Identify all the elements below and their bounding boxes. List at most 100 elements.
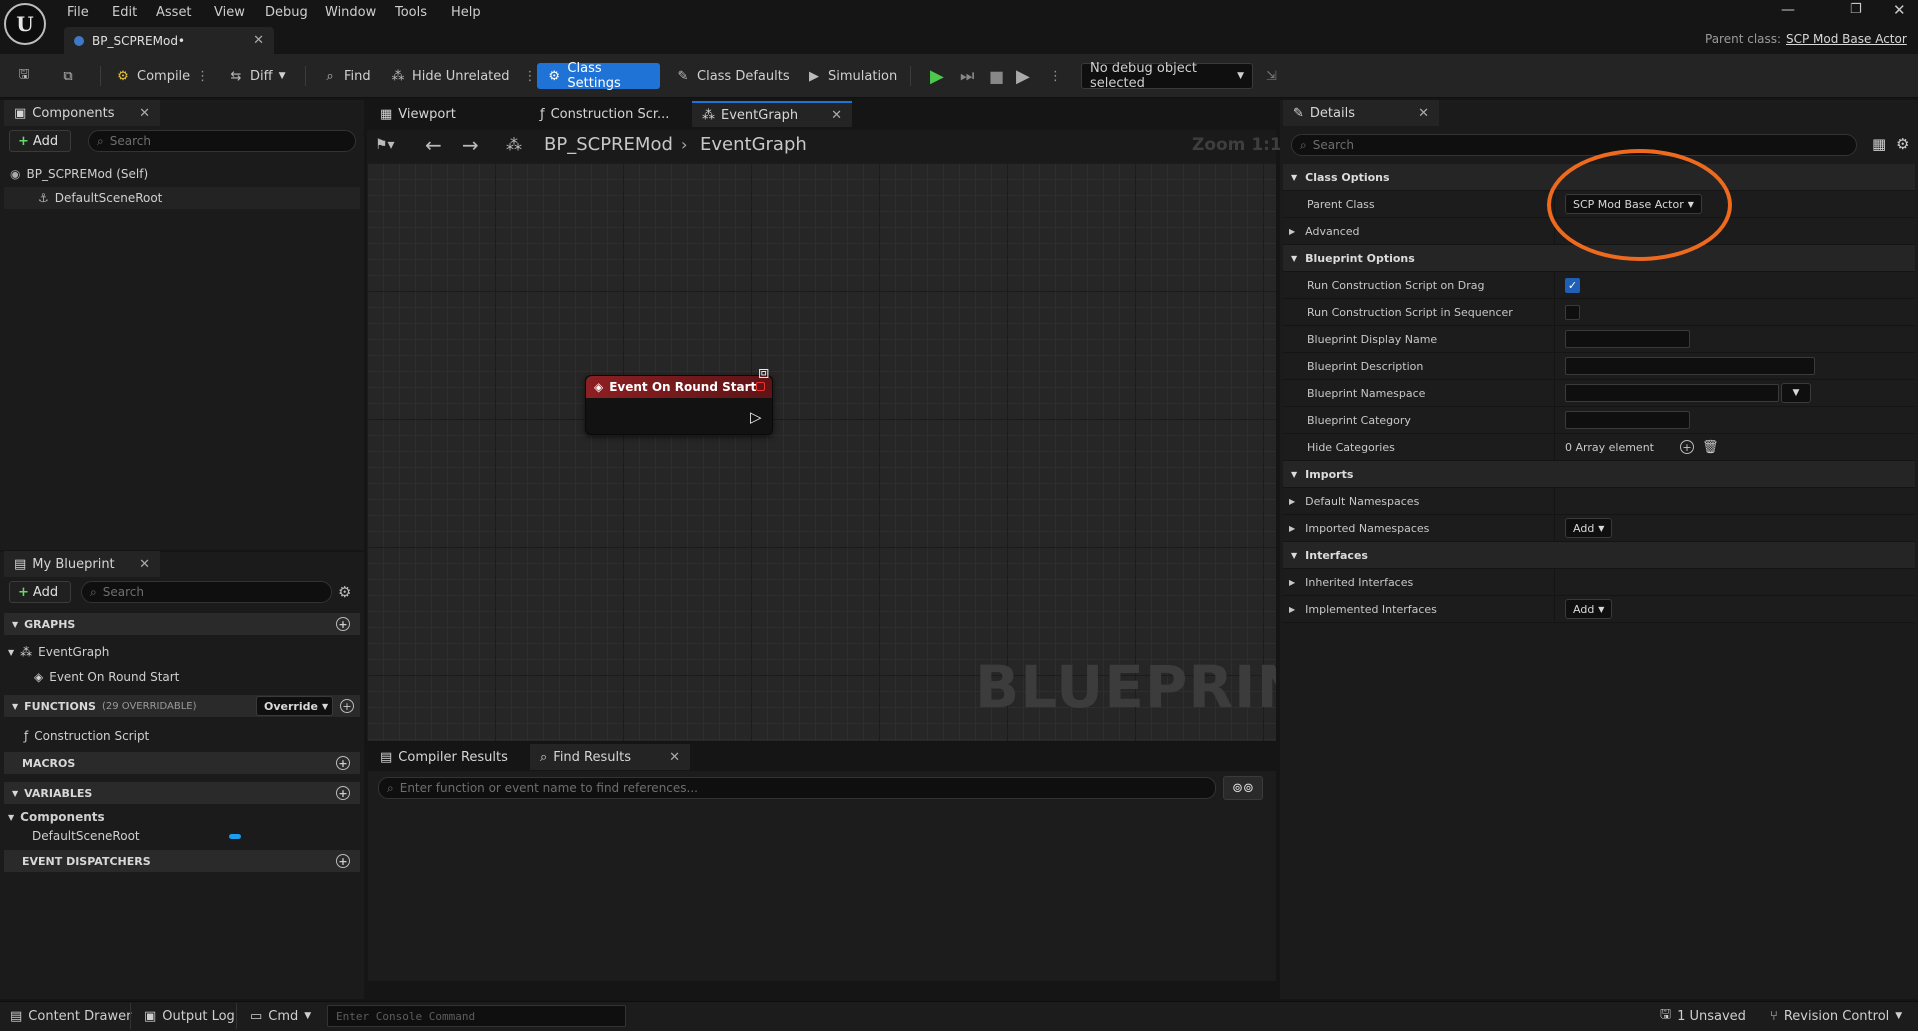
close-icon[interactable]: ✕ (669, 750, 680, 765)
hide-unrelated-button[interactable]: ⁂ Hide Unrelated ⋮ (390, 63, 537, 89)
graph-item-event-on-round-start[interactable]: ◈ Event On Round Start (34, 666, 179, 688)
event-node[interactable]: ◈ Event On Round Start ▷ (585, 375, 773, 435)
close-icon[interactable]: ✕ (139, 106, 150, 121)
step-icon[interactable]: ⏭ (960, 63, 974, 89)
console-command-input[interactable]: Enter Console Command (327, 1005, 626, 1027)
restore-icon[interactable]: ❐ (1850, 2, 1862, 17)
minimize-icon[interactable]: — (1781, 2, 1795, 18)
row-implemented-interfaces[interactable]: ▶ Implemented Interfaces Add ▼ (1283, 596, 1915, 623)
close-icon[interactable]: ✕ (831, 108, 842, 123)
parent-class-link[interactable]: SCP Mod Base Actor (1786, 32, 1907, 46)
row-default-namespaces[interactable]: ▶ Default Namespaces (1283, 488, 1915, 515)
find-button[interactable]: ⌕ Find (322, 63, 370, 89)
add-macro-icon[interactable]: + (336, 756, 350, 770)
settings-gear-icon[interactable]: ⚙ (1896, 135, 1909, 153)
settings-gear-icon[interactable]: ⚙ (338, 583, 351, 601)
revision-control-button[interactable]: ⑂ Revision Control ▼ (1770, 1007, 1902, 1025)
add-graph-icon[interactable]: + (336, 617, 350, 631)
menu-tools[interactable]: Tools (395, 5, 427, 20)
tab-my-blueprint[interactable]: ▤ My Blueprint ✕ (4, 551, 160, 577)
menu-debug[interactable]: Debug (265, 5, 308, 20)
namespace-dropdown[interactable]: ▼ (1781, 383, 1811, 403)
tab-compiler-results[interactable]: ▤ Compiler Results (370, 744, 520, 770)
breadcrumb-graph[interactable]: EventGraph (700, 134, 807, 155)
window-close-icon[interactable]: ✕ (1893, 1, 1906, 19)
menu-view[interactable]: View (214, 5, 245, 20)
graph-canvas[interactable]: BLUEPRINT (367, 163, 1276, 741)
tab-find-results[interactable]: ⌕ Find Results ✕ (530, 744, 690, 770)
forward-arrow-icon[interactable]: → (462, 133, 479, 157)
event-dispatchers-section[interactable]: EVENT DISPATCHERS + (4, 850, 360, 872)
menu-edit[interactable]: Edit (112, 5, 137, 20)
section-imports[interactable]: ▼ Imports (1283, 461, 1915, 488)
debug-object-select[interactable]: No debug object selected ▼ (1081, 61, 1253, 91)
document-tab[interactable]: BP_SCPREMod• ✕ (64, 27, 274, 54)
graph-item-eventgraph[interactable]: ▼ ⁂ EventGraph (8, 641, 109, 663)
content-drawer-button[interactable]: ▤ Content Drawer (10, 1007, 131, 1025)
add-interface-button[interactable]: Add ▼ (1565, 599, 1613, 619)
class-defaults-button[interactable]: ✎ Class Defaults (675, 63, 790, 89)
category-field[interactable] (1565, 411, 1690, 429)
my-blueprint-search-input[interactable]: ⌕ Search (81, 581, 332, 603)
add-component-button[interactable]: + Add (9, 130, 71, 152)
output-log-button[interactable]: ▣ Output Log (144, 1007, 235, 1025)
add-namespace-button[interactable]: Add ▼ (1565, 518, 1613, 538)
menu-window[interactable]: Window (325, 5, 376, 20)
menu-file[interactable]: File (67, 5, 89, 20)
display-name-field[interactable] (1565, 330, 1690, 348)
graphs-section[interactable]: ▼ GRAPHS + (4, 613, 360, 635)
function-item-construction-script[interactable]: ƒ Construction Script (24, 725, 149, 747)
play-options-icon[interactable]: ⋮ (1049, 63, 1062, 89)
details-search-input[interactable]: ⌕ Search (1291, 134, 1857, 156)
save-icon[interactable]: 🖫 (16, 63, 32, 89)
variables-section[interactable]: ▼ VARIABLES + (4, 782, 360, 804)
bookmark-icon[interactable]: ⚑▾ (375, 137, 395, 153)
namespace-field[interactable] (1565, 384, 1779, 402)
components-search-input[interactable]: ⌕ Search (88, 130, 356, 152)
row-inherited-interfaces[interactable]: ▶ Inherited Interfaces (1283, 569, 1915, 596)
tab-eventgraph[interactable]: ⁂ EventGraph ✕ (692, 101, 852, 127)
menu-asset[interactable]: Asset (156, 5, 192, 20)
add-dispatcher-icon[interactable]: + (336, 854, 350, 868)
class-settings-button[interactable]: ⚙ Class Settings (537, 61, 660, 91)
table-view-icon[interactable]: ▦ (1872, 135, 1886, 153)
tab-viewport[interactable]: ▦ Viewport (370, 101, 520, 127)
description-field[interactable] (1565, 357, 1815, 375)
debug-filter-icon[interactable]: ⇲ (1266, 63, 1277, 89)
find-references-input[interactable]: ⌕ Enter function or event name to find re… (378, 777, 1216, 799)
add-element-icon[interactable]: + (1679, 440, 1694, 454)
section-interfaces[interactable]: ▼ Interfaces (1283, 542, 1915, 569)
tab-details[interactable]: ✎ Details ✕ (1283, 100, 1439, 126)
tab-construction-script[interactable]: ƒ Construction Scr... (530, 101, 690, 127)
unsaved-button[interactable]: 🖫 1 Unsaved (1660, 1007, 1746, 1025)
trash-icon[interactable]: 🗑 (1702, 440, 1719, 455)
macros-section[interactable]: MACROS + (4, 752, 360, 774)
simulation-button[interactable]: ▶ Simulation (806, 63, 897, 89)
exec-output-pin-icon[interactable]: ▷ (750, 408, 762, 426)
play-icon[interactable]: ▶ (930, 63, 944, 89)
add-function-icon[interactable]: + (340, 699, 354, 713)
compile-button[interactable]: ⚙ Compile ⋮ (115, 63, 209, 89)
stop-icon[interactable]: ■ (989, 63, 1004, 89)
run-construction-drag-checkbox[interactable]: ✓ (1565, 277, 1580, 293)
close-icon[interactable]: ✕ (253, 33, 264, 48)
override-dropdown[interactable]: Override ▼ (256, 696, 333, 716)
add-member-button[interactable]: + Add (9, 581, 71, 603)
component-default-scene-root[interactable]: ⚓ DefaultSceneRoot (4, 187, 360, 209)
component-self[interactable]: ◉ BP_SCPREMod (Self) (10, 163, 148, 185)
cmd-dropdown[interactable]: ▭ Cmd ▼ (250, 1007, 311, 1025)
eject-icon[interactable]: ▶ (1016, 63, 1030, 89)
row-imported-namespaces[interactable]: ▶ Imported Namespaces Add ▼ (1283, 515, 1915, 542)
run-construction-seq-checkbox[interactable] (1565, 304, 1580, 320)
binoculars-icon[interactable]: ⊚⊚ (1223, 776, 1263, 800)
close-icon[interactable]: ✕ (139, 557, 150, 572)
add-variable-icon[interactable]: + (336, 786, 350, 800)
back-arrow-icon[interactable]: ← (425, 133, 442, 157)
breadcrumb-blueprint[interactable]: BP_SCPREMod (544, 134, 673, 155)
browse-icon[interactable]: ⧉ (60, 63, 76, 89)
variable-item-default-scene-root[interactable]: DefaultSceneRoot (32, 825, 140, 847)
unreal-logo-icon[interactable]: U (4, 3, 46, 45)
close-icon[interactable]: ✕ (1418, 106, 1429, 121)
tab-components[interactable]: ▣ Components ✕ (4, 100, 160, 126)
menu-help[interactable]: Help (451, 5, 481, 20)
